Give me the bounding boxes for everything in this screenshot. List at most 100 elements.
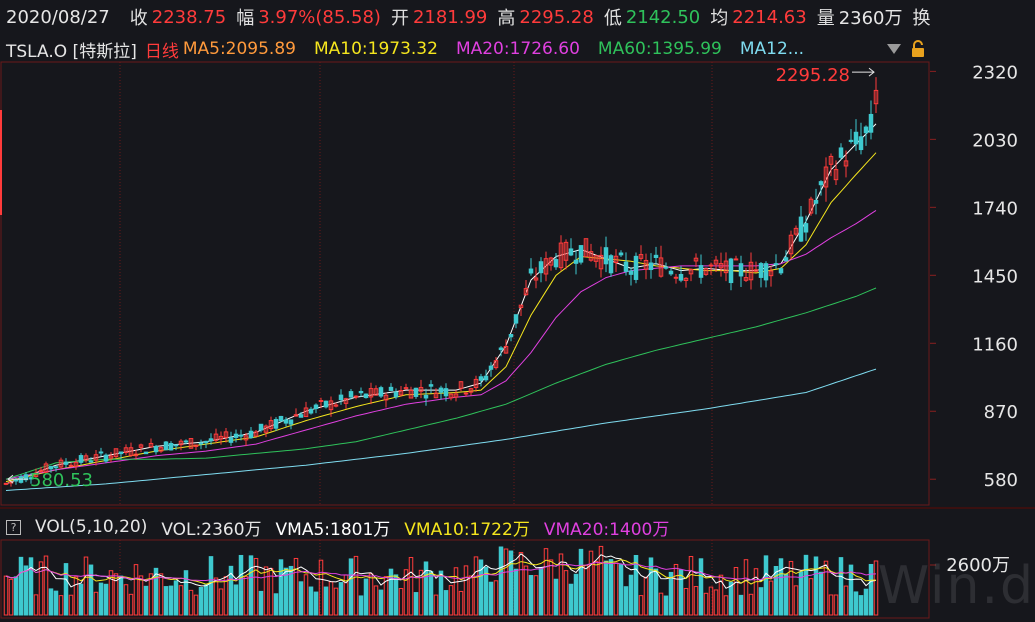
volume-bar <box>563 570 569 616</box>
candle-body <box>463 392 469 395</box>
candle-body <box>258 423 264 431</box>
ma60-legend: MA60:1395.99 <box>597 39 722 59</box>
vol-title[interactable]: VOL(5,10,20) <box>35 517 147 537</box>
collapse-triangle-icon[interactable] <box>886 38 902 60</box>
candle-body <box>208 438 214 442</box>
ma-line-ma10 <box>5 152 877 483</box>
volume-bar <box>178 585 184 616</box>
volume-bar <box>278 559 284 616</box>
volume-bar <box>78 583 84 616</box>
low-value: 2142.50 <box>625 6 701 28</box>
volume-bar <box>378 589 384 616</box>
candle-body <box>733 258 739 261</box>
volume-bar <box>568 583 574 616</box>
candle-body <box>48 466 54 470</box>
volume-bar <box>98 582 104 616</box>
ma20-legend: MA20:1726.60 <box>455 39 580 59</box>
volume-bar <box>758 587 764 616</box>
volume-bar <box>658 592 664 616</box>
candle-body <box>668 270 674 275</box>
volume-bar <box>823 560 829 616</box>
candle-body <box>338 394 344 401</box>
candle-body <box>233 433 239 438</box>
volume-bar <box>233 584 239 616</box>
candle-body <box>568 248 574 256</box>
volume-bar <box>428 570 434 616</box>
volume-bar <box>193 594 199 616</box>
volume-bar <box>528 575 534 616</box>
indicator-settings-icon[interactable]: ? <box>6 519 21 535</box>
volume-bar <box>798 571 804 616</box>
volume-bar <box>198 586 204 616</box>
volume-bar <box>258 590 264 616</box>
volume-bar <box>503 548 509 616</box>
lock-icon[interactable] <box>910 38 926 60</box>
volume-bar <box>548 559 554 616</box>
volume-bar <box>143 585 149 616</box>
candle-body <box>63 461 69 465</box>
volume-bar <box>293 557 299 616</box>
candle-body <box>153 445 159 453</box>
volume-bar <box>638 595 644 616</box>
volume-bar <box>628 574 634 616</box>
volume-bar <box>8 578 14 616</box>
volume-bar <box>818 571 824 616</box>
volume-bar <box>668 571 674 616</box>
candle-body <box>773 263 779 266</box>
volume-bar <box>328 581 334 616</box>
volume-bar <box>673 563 679 616</box>
volume-bar <box>533 575 539 616</box>
volume-bar <box>728 581 734 616</box>
volume-bar <box>573 573 579 616</box>
candle-body <box>708 264 714 267</box>
volume-bar <box>763 555 769 616</box>
volume-bar <box>368 573 374 616</box>
volume-bar <box>13 576 19 616</box>
volume-bar <box>448 585 454 616</box>
candle-body <box>818 181 824 186</box>
volume-bar <box>128 593 134 616</box>
quote-info-bar: 2020/08/27 收 2238.75 幅 3.97%(85.58) 开 21… <box>0 0 1035 34</box>
price-tick-label: 580 <box>984 470 1018 491</box>
volume-bar <box>398 588 404 616</box>
candle-body <box>578 245 584 263</box>
ma5-legend: MA5:2095.89 <box>182 39 296 59</box>
volume-bar <box>238 554 244 616</box>
avg-value: 2214.63 <box>732 6 807 28</box>
volume-bar <box>123 584 129 616</box>
ma-line-ma20 <box>5 209 877 480</box>
volume-bar <box>408 557 414 616</box>
candle-body <box>423 394 429 399</box>
period-label[interactable]: 日线 <box>145 37 179 62</box>
price-panel-border <box>0 61 930 506</box>
candle-body <box>508 334 514 338</box>
volume-bar <box>63 563 69 616</box>
candle-body <box>628 270 634 275</box>
volume-bar <box>643 576 649 616</box>
candle-body <box>393 391 399 398</box>
volume-bar <box>363 578 369 616</box>
volume-bar <box>323 586 329 616</box>
candle-body <box>68 464 74 467</box>
vol-value: VOL:2360万 <box>161 519 262 540</box>
volume-bar <box>443 590 449 616</box>
candle-body <box>863 126 869 134</box>
open-value: 2181.99 <box>412 6 488 28</box>
low-label: 低 <box>603 8 622 29</box>
volume-bar <box>103 583 109 616</box>
candle-body <box>813 199 819 204</box>
volume-bar <box>188 589 194 616</box>
volume-bar <box>743 559 749 616</box>
vma20-value: VMA20:1400万 <box>543 519 670 540</box>
candle-body <box>173 444 179 447</box>
volume-bar <box>158 573 164 616</box>
volume-bar <box>58 595 64 616</box>
candle-body <box>528 268 534 274</box>
volume-label: 量 <box>816 8 835 29</box>
volume-bar <box>688 556 694 616</box>
volume-bar <box>313 591 319 616</box>
volume-bar <box>513 568 519 616</box>
volume-bar <box>308 586 314 616</box>
symbol-name[interactable]: TSLA.O [特斯拉] <box>0 37 137 62</box>
vma5-value: VMA5:1801万 <box>275 519 391 540</box>
